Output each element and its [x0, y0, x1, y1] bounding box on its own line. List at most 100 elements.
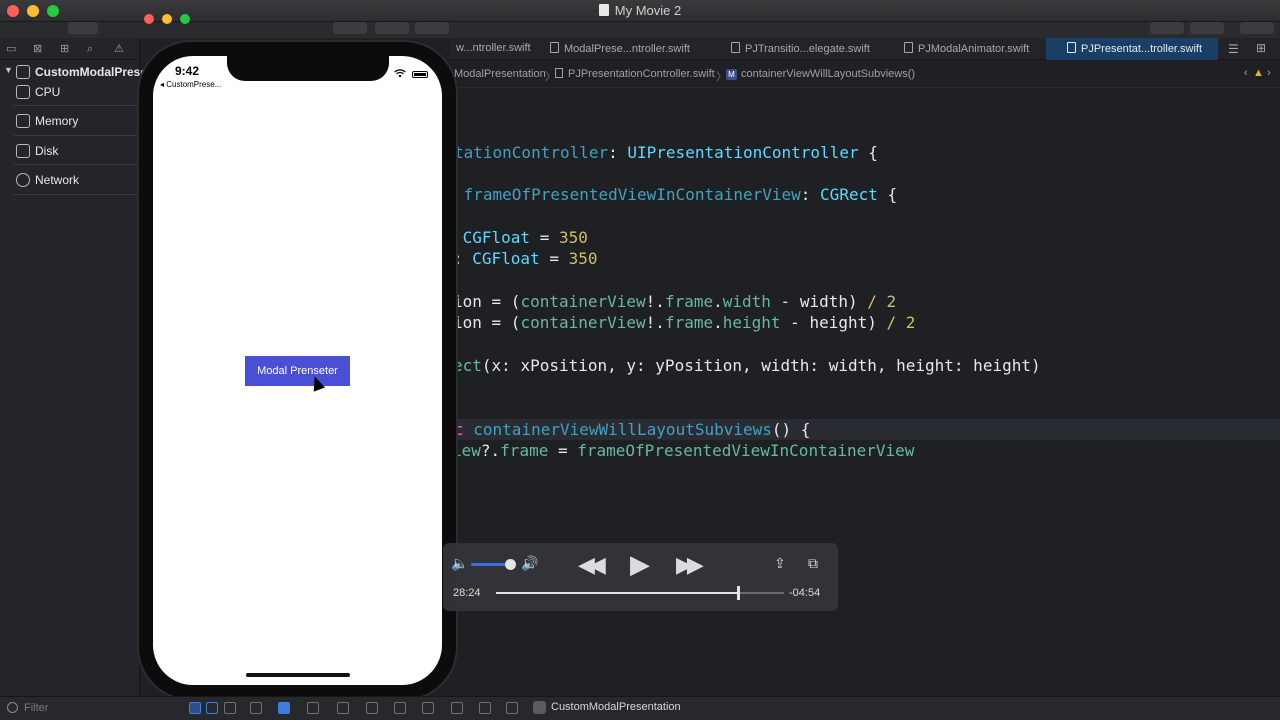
add-editor-icon[interactable]: ⊞	[1256, 41, 1266, 55]
next-issue-icon[interactable]: ›	[1267, 67, 1271, 79]
rewind-icon[interactable]: ◀◀	[578, 552, 606, 578]
step-over-icon[interactable]	[337, 702, 349, 714]
nav-item-network[interactable]: Network	[0, 169, 140, 191]
sim-minimize-button[interactable]	[162, 14, 172, 24]
code-token: frame	[664, 313, 714, 332]
code-token: tationController	[454, 143, 609, 162]
sim-close-button[interactable]	[144, 14, 154, 24]
nav-item-label: CPU	[35, 85, 61, 99]
breadcrumb-group[interactable]: ModalPresentation	[454, 68, 546, 80]
swift-file-icon	[555, 68, 563, 78]
project-row[interactable]: ▼ CustomModalPrese	[0, 61, 147, 83]
toolbar-button[interactable]	[1150, 22, 1184, 34]
code-token: CGFloat	[472, 249, 540, 268]
play-icon[interactable]: ▶	[630, 549, 650, 580]
code-token: containerView	[520, 292, 646, 311]
code-token: {	[877, 185, 898, 204]
code-line: ion = (containerView!.frame.width - widt…	[453, 291, 1280, 312]
code-token: !.	[645, 313, 665, 332]
wifi-icon	[394, 69, 406, 78]
remaining-time: -04:54	[789, 587, 821, 599]
code-line: tationController: UIPresentationControll…	[454, 142, 1280, 163]
warning-icon[interactable]: ⚠	[114, 43, 126, 55]
memory-graph-icon[interactable]	[422, 702, 434, 714]
warning-icon[interactable]: ▲	[1253, 67, 1264, 79]
share-icon[interactable]: ⇪	[774, 555, 786, 572]
phone-notch	[227, 56, 389, 81]
picture-in-picture-icon[interactable]: ⧉	[808, 555, 818, 572]
toolbar-button[interactable]	[68, 22, 98, 34]
code-token: CGRect	[820, 185, 878, 204]
playhead[interactable]	[736, 586, 740, 600]
environment-overrides-icon[interactable]	[479, 702, 491, 714]
volume-slider-knob[interactable]	[505, 559, 516, 570]
tab-label: w...ntroller.swift	[456, 42, 531, 54]
code-line: ion = (containerView!.frame.height - hei…	[453, 312, 1280, 333]
swift-file-icon	[904, 42, 913, 53]
search-icon[interactable]: ⌕	[87, 43, 99, 55]
tab-active-file[interactable]: PJPresentat...troller.swift	[1046, 38, 1218, 60]
code-token: -	[770, 292, 800, 311]
code-line: iew?.frame = frameOfPresentedViewInConta…	[452, 440, 1280, 461]
tab-file[interactable]: ModalPrese...ntroller.swift	[550, 38, 720, 60]
code-token: ?.	[480, 441, 501, 460]
breadcrumb-label: PJPresentationController.swift	[568, 68, 715, 80]
breakpoint-icon[interactable]	[278, 702, 290, 714]
nav-item-cpu[interactable]: CPU	[0, 81, 140, 103]
phone-screen: 9:42 ◂ CustomPrese... Modal Prenseter	[153, 56, 442, 685]
fast-forward-icon[interactable]: ▶▶	[676, 552, 704, 578]
view-debugger-icon[interactable]	[250, 702, 262, 714]
playback-scrubber[interactable]	[496, 586, 784, 600]
previous-issue-icon[interactable]: ‹	[1244, 67, 1248, 79]
filter-icon	[7, 702, 18, 713]
folder-icon[interactable]: ▭	[6, 43, 18, 55]
breakpoints-icon[interactable]	[206, 702, 218, 714]
code-token: =	[539, 249, 569, 268]
code-token: CGFloat	[453, 228, 531, 247]
code-token: () {	[771, 420, 811, 439]
filter-input[interactable]: Filter	[24, 702, 48, 714]
location-icon[interactable]	[506, 702, 518, 714]
hierarchy-icon[interactable]: ⊞	[60, 43, 72, 55]
code-token: ion = (	[453, 292, 521, 311]
code-line-highlighted: c containerViewWillLayoutSubviews() {	[450, 419, 1280, 440]
playback-progress	[496, 592, 738, 594]
hierarchy-icon[interactable]	[451, 702, 463, 714]
volume-low-icon[interactable]: 🔈	[451, 555, 468, 572]
nav-item-disk[interactable]: Disk	[0, 140, 140, 162]
network-gauge-icon	[16, 173, 30, 187]
cpu-gauge-icon	[16, 85, 30, 99]
code-token: !.	[645, 292, 665, 311]
method-icon: M	[726, 69, 737, 80]
tab-label: ModalPrese...ntroller.swift	[564, 43, 690, 55]
breadcrumb-file[interactable]: PJPresentationController.swift	[555, 68, 715, 80]
volume-high-icon[interactable]: 🔊	[521, 555, 538, 572]
continue-icon[interactable]	[307, 702, 319, 714]
code-token: :	[608, 143, 628, 162]
sim-zoom-button[interactable]	[180, 14, 190, 24]
battery-icon	[412, 71, 428, 78]
home-indicator[interactable]	[246, 673, 350, 677]
navigator-selector-bar: ▭ ⊠ ⊞ ⌕ ⚠	[0, 38, 139, 60]
jump-bar: ModalPresentation 〉 PJPresentationContro…	[450, 60, 1280, 88]
toolbar-button[interactable]	[1240, 22, 1274, 34]
disclosure-triangle-icon[interactable]: ▼	[4, 65, 13, 75]
scheme-label[interactable]: CustomModalPresentation	[551, 701, 681, 713]
nav-item-memory[interactable]: Memory	[0, 110, 140, 132]
tab-label: PJPresentat...troller.swift	[1081, 43, 1203, 55]
tab-file[interactable]: w...ntroller.swift	[456, 38, 546, 60]
back-to-app-link[interactable]: ◂ CustomPrese...	[160, 80, 221, 89]
step-out-icon[interactable]	[394, 702, 406, 714]
divider	[14, 105, 140, 106]
editor-options-icon[interactable]: ☰	[1228, 42, 1239, 56]
debug-toggle-icon[interactable]	[189, 702, 201, 714]
code-token: .	[713, 313, 723, 332]
tab-file[interactable]: PJTransitio...elegate.swift	[731, 38, 901, 60]
toolbar-button[interactable]	[1190, 22, 1224, 34]
modal-presenter-button[interactable]: Modal Prenseter	[245, 356, 350, 386]
source-control-icon[interactable]: ⊠	[33, 43, 45, 55]
disk-gauge-icon	[16, 144, 30, 158]
pause-icon[interactable]	[224, 702, 236, 714]
breadcrumb-method[interactable]: McontainerViewWillLayoutSubviews()	[726, 68, 915, 80]
step-into-icon[interactable]	[366, 702, 378, 714]
